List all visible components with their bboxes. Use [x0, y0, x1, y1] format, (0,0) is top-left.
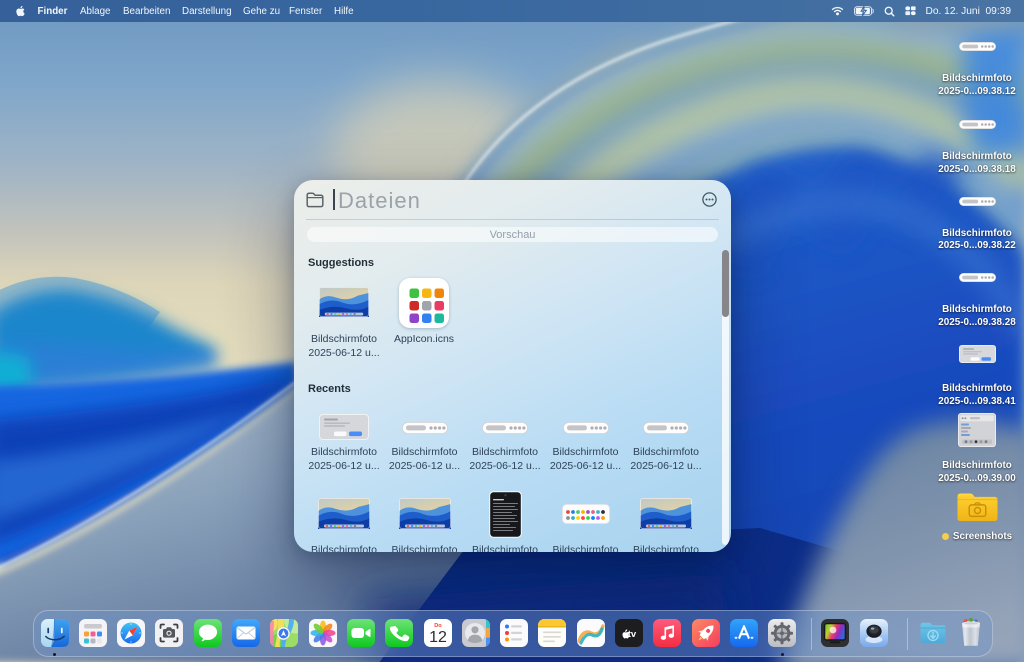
svg-text:tv: tv: [628, 629, 637, 640]
svg-text:12: 12: [429, 629, 447, 646]
